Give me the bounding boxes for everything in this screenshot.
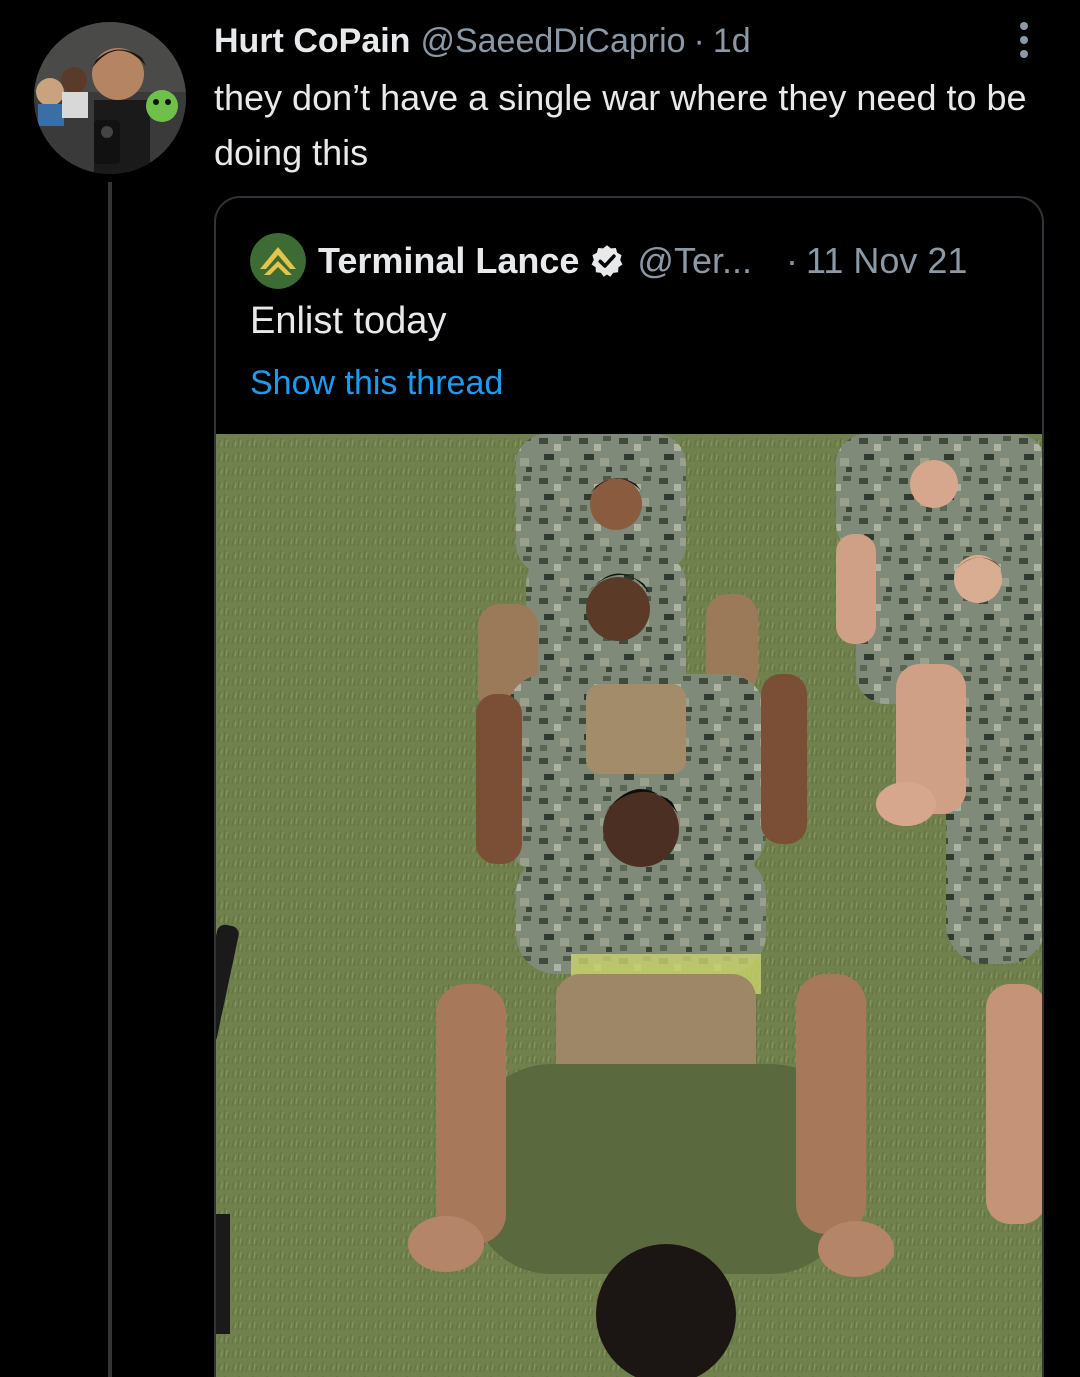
- quoted-author-handle[interactable]: @Ter...: [637, 240, 752, 282]
- more-dot: [1020, 36, 1028, 44]
- tweet-header: Hurt CoPain @SaeedDiCaprio · 1d: [214, 18, 751, 64]
- quoted-tweet-text: Enlist today: [250, 300, 447, 342]
- more-dot: [1020, 50, 1028, 58]
- tweet-timestamp[interactable]: 1d: [713, 22, 751, 61]
- quoted-tweet-photo[interactable]: [216, 434, 1042, 1377]
- author-avatar[interactable]: [34, 22, 186, 174]
- more-dots-icon[interactable]: [1012, 22, 1036, 58]
- thread-connector-line: [108, 182, 112, 1377]
- quoted-timestamp[interactable]: 11 Nov 21: [806, 240, 967, 282]
- quoted-header-separator: ·: [786, 240, 798, 281]
- more-dot: [1020, 22, 1028, 30]
- verified-badge-icon: [591, 245, 623, 277]
- author-handle[interactable]: @SaeedDiCaprio: [420, 22, 685, 61]
- tweet-body-text: they don’t have a single war where they …: [214, 77, 1027, 173]
- show-thread-link[interactable]: Show this thread: [250, 364, 503, 403]
- header-separator: ·: [693, 21, 705, 60]
- quoted-tweet-card[interactable]: Terminal Lance @Ter... · 11 Nov 21 Enlis…: [214, 196, 1044, 1377]
- quoted-author-name[interactable]: Terminal Lance: [318, 240, 579, 282]
- quoted-author-avatar[interactable]: [250, 233, 306, 289]
- author-display-name[interactable]: Hurt CoPain: [214, 22, 410, 61]
- quoted-tweet-header: Terminal Lance @Ter... · 11 Nov 21: [250, 233, 967, 289]
